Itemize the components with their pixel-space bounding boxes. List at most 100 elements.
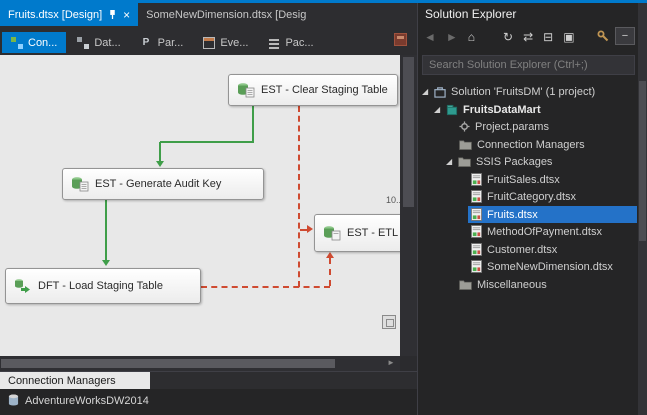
connection-manager-item[interactable]: AdventureWorksDW2014 — [8, 394, 149, 407]
forward-icon[interactable]: ► — [446, 30, 458, 44]
connection-name: AdventureWorksDW2014 — [25, 394, 149, 407]
tree-item-solution[interactable]: ◢ Solution 'FruitsDM' (1 project) — [418, 83, 637, 100]
panel-title: Solution Explorer — [425, 7, 517, 21]
collapse-all-icon[interactable]: ⊟ — [543, 30, 553, 44]
vertical-scrollbar[interactable] — [400, 55, 417, 356]
tree-item-label: Solution 'FruitsDM' (1 project) — [451, 85, 596, 98]
tree-item-customer-dtsx[interactable]: Customer.dtsx — [418, 241, 637, 258]
task-label: EST - Generate Audit Key — [95, 178, 222, 190]
folder-icon — [458, 157, 471, 167]
tree-item-methodofpayment-dtsx[interactable]: MethodOfPayment.dtsx — [418, 223, 637, 240]
home-icon[interactable]: ⌂ — [468, 30, 475, 44]
tab-parameters[interactable]: Par... — [132, 32, 193, 53]
horizontal-scrollbar-thumb[interactable] — [1, 359, 335, 368]
failure-arrowhead-icon — [307, 225, 313, 233]
success-connector[interactable] — [105, 200, 107, 261]
sync-icon[interactable]: ↻ — [503, 30, 513, 44]
package-icon — [471, 190, 482, 203]
tree-item-project-params[interactable]: Project.params — [418, 118, 637, 135]
horizontal-scrollbar[interactable]: ► — [0, 356, 400, 371]
wrench-icon[interactable] — [597, 30, 609, 45]
success-connector[interactable] — [252, 106, 254, 142]
tree-item-somenewdimension-dtsx[interactable]: SomeNewDimension.dtsx — [418, 258, 637, 275]
tab-package-explorer[interactable]: Pac... — [259, 32, 322, 53]
tab-somenewdimension-dtsx[interactable]: SomeNewDimension.dtsx [Desig — [138, 3, 314, 26]
tree-item-label: Miscellaneous — [477, 278, 547, 291]
chevron-expanded-icon[interactable]: ◢ — [434, 105, 446, 114]
tab-connection-managers[interactable]: Connection Managers — [0, 372, 150, 390]
chevron-expanded-icon[interactable]: ◢ — [422, 87, 434, 96]
design-surface[interactable]: EST - Clear Staging Table EST - Generate… — [0, 55, 400, 356]
minus-icon: − — [621, 30, 629, 42]
tab-event-handlers[interactable]: Eve... — [194, 32, 257, 53]
connection-managers-panel: AdventureWorksDW2014 — [0, 389, 417, 415]
designer-tab-strip: Con... Dat... Par... Eve... Pac... — [0, 26, 417, 55]
tab-fruits-dtsx[interactable]: Fruits.dtsx [Design] × — [0, 3, 139, 26]
tree-item-miscellaneous[interactable]: Miscellaneous — [418, 276, 637, 293]
canvas-corner-button[interactable] — [382, 315, 396, 329]
tree-item-project[interactable]: ◢ FruitsDataMart — [418, 101, 637, 118]
tree-item-label: MethodOfPayment.dtsx — [487, 225, 602, 238]
scroll-right-icon[interactable]: ► — [387, 358, 395, 367]
tree-item-fruitsales-dtsx[interactable]: FruitSales.dtsx — [418, 171, 637, 188]
database-icon — [8, 394, 19, 406]
package-icon — [471, 243, 482, 256]
success-connector[interactable] — [159, 142, 161, 162]
tab-label: Pac... — [285, 36, 314, 49]
package-icon — [471, 173, 482, 186]
scrollbar-corner — [400, 356, 417, 371]
tab-data-flow[interactable]: Dat... — [68, 32, 129, 53]
tree-item-label: FruitCategory.dtsx — [487, 190, 577, 203]
back-icon[interactable]: ◄ — [424, 30, 436, 44]
solution-icon — [434, 86, 446, 98]
search-input[interactable] — [422, 55, 635, 75]
data-flow-icon — [77, 36, 90, 49]
tree-item-ssis-packages[interactable]: ◢ SSIS Packages — [418, 153, 637, 170]
task-generate-audit-key[interactable]: EST - Generate Audit Key — [62, 168, 264, 200]
task-label: EST - Clear Staging Table — [261, 84, 388, 96]
chevron-expanded-icon[interactable]: ◢ — [446, 157, 458, 166]
failure-connector[interactable] — [201, 286, 330, 288]
tree-item-label: Fruits.dtsx — [487, 208, 538, 221]
tree-item-connection-managers[interactable]: Connection Managers — [418, 136, 637, 153]
execute-sql-task-icon — [238, 83, 255, 98]
task-etl[interactable]: EST - ETL — [314, 214, 400, 252]
vertical-scrollbar-thumb[interactable] — [403, 57, 414, 207]
success-connector[interactable] — [160, 141, 254, 143]
params-icon — [459, 121, 470, 132]
pin-icon[interactable] — [108, 9, 117, 20]
panel-scrollbar-thumb[interactable] — [639, 81, 646, 241]
failure-arrowhead-icon — [326, 252, 334, 258]
execute-sql-task-icon — [72, 177, 89, 192]
canvas-annotation: 10... — [386, 195, 400, 205]
tab-label: Dat... — [94, 36, 121, 49]
tree-item-label: Customer.dtsx — [487, 243, 558, 256]
tree-item-fruits-dtsx[interactable]: Fruits.dtsx — [418, 206, 637, 223]
failure-connector[interactable] — [298, 106, 300, 287]
tree-item-label: Connection Managers — [477, 138, 585, 151]
minimize-button[interactable]: − — [615, 27, 635, 45]
control-flow-icon — [11, 36, 23, 49]
task-clear-staging-table[interactable]: EST - Clear Staging Table — [228, 74, 398, 106]
vs-window: Fruits.dtsx [Design] × SomeNewDimension.… — [0, 0, 647, 415]
refresh-icon[interactable]: ⇄ — [523, 30, 533, 44]
execute-sql-task-icon — [324, 226, 341, 241]
doc-tab-label: SomeNewDimension.dtsx [Desig — [146, 8, 307, 21]
data-flow-task-icon — [15, 279, 30, 293]
tab-label: Eve... — [220, 36, 249, 49]
folder-icon — [459, 140, 472, 150]
tree-item-fruitcategory-dtsx[interactable]: FruitCategory.dtsx — [418, 188, 637, 205]
tab-control-flow[interactable]: Con... — [2, 32, 67, 53]
failure-connector[interactable] — [329, 258, 331, 286]
panel-scrollbar[interactable] — [638, 3, 647, 415]
package-explorer-icon — [268, 37, 280, 49]
tree-item-label: FruitSales.dtsx — [487, 173, 560, 186]
solution-explorer-panel: Solution Explorer ◄ ► ⌂ ↻ ⇄ ⊟ ▣ − ◢ Solu… — [417, 3, 647, 415]
toolbox-icon[interactable] — [394, 33, 407, 46]
task-load-staging-table[interactable]: DFT - Load Staging Table — [5, 268, 201, 304]
parameters-icon — [141, 37, 153, 49]
close-icon[interactable]: × — [123, 9, 130, 21]
tree-item-label: Project.params — [475, 120, 549, 133]
bottom-pane-tab-bar: Connection Managers — [0, 371, 417, 390]
show-all-files-icon[interactable]: ▣ — [563, 30, 574, 44]
